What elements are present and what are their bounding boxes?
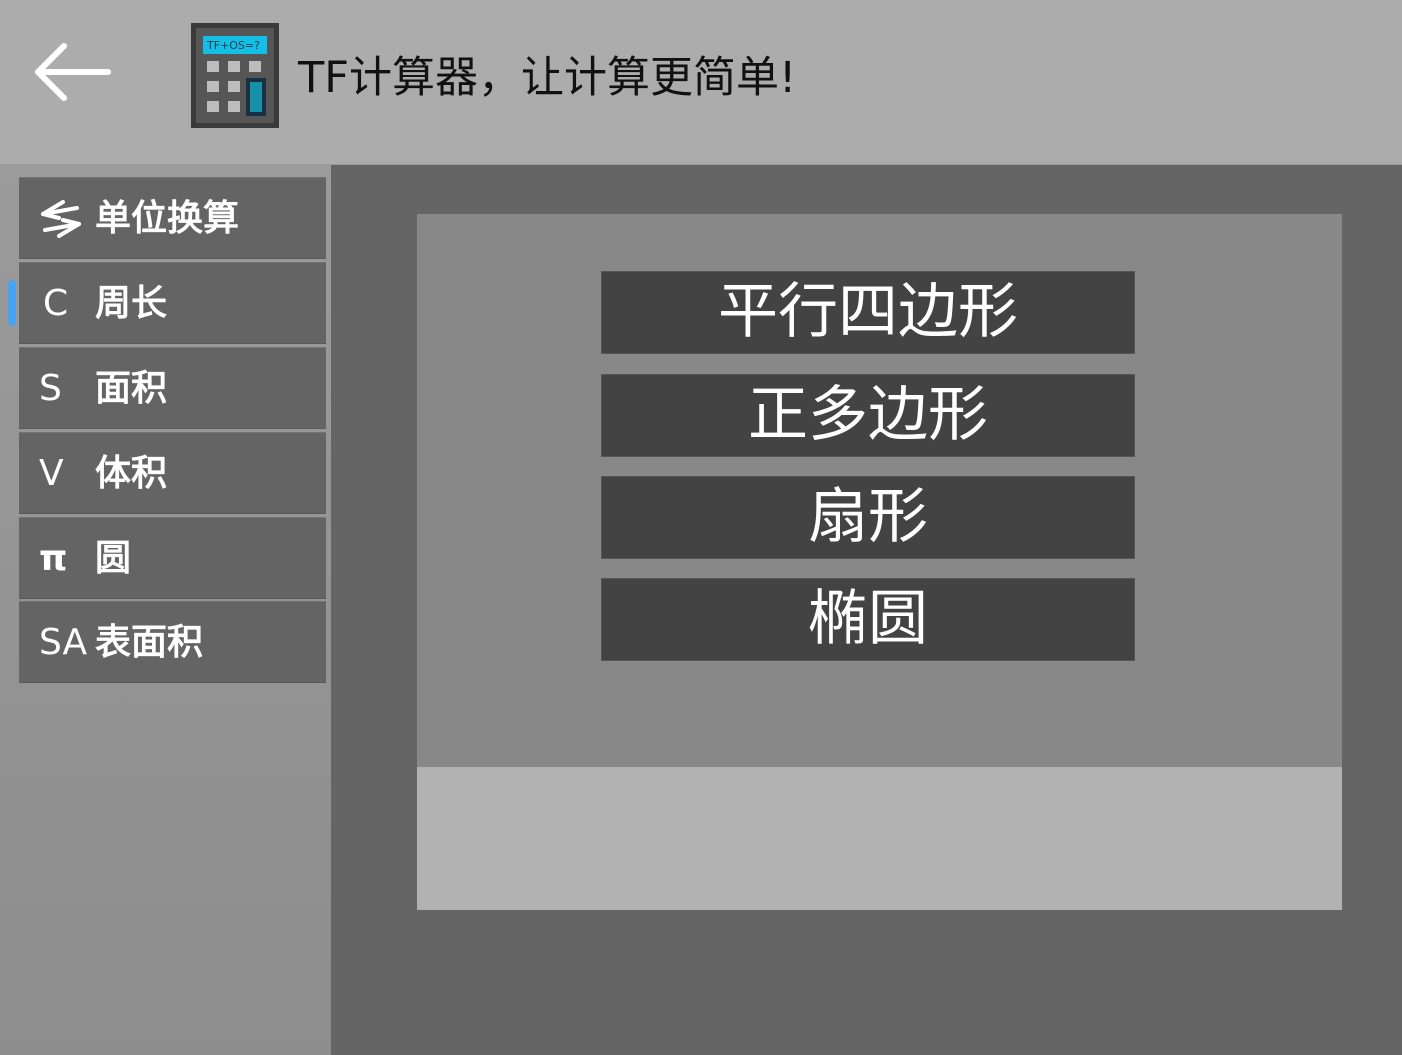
regular-polygon-button[interactable]: 正多边形 xyxy=(601,374,1135,457)
arrow-left-icon xyxy=(35,43,111,101)
nav-unit-conversion[interactable]: 单位换算 xyxy=(19,177,326,259)
nav-label-perimeter: 周长 xyxy=(95,283,168,324)
calculator-screen-text: TF+OS=? xyxy=(206,39,260,52)
nav-label-surface-area: 表面积 xyxy=(95,622,204,663)
active-indicator xyxy=(8,280,16,326)
nav-symbol-surface-area: SA xyxy=(39,622,88,663)
nav-label-circle: 圆 xyxy=(95,538,132,579)
parallelogram-button[interactable]: 平行四边形 xyxy=(601,271,1135,354)
nav-symbol-perimeter: C xyxy=(43,283,69,324)
nav-surface-area[interactable]: SA 表面积 xyxy=(19,601,326,683)
app-title: TF计算器，让计算更简单! xyxy=(298,53,797,103)
nav-volume[interactable]: V 体积 xyxy=(19,432,326,514)
calculator-icon: TF+OS=? xyxy=(191,23,279,128)
nav-label-area: 面积 xyxy=(95,368,168,409)
nav-symbol-area: S xyxy=(39,368,62,409)
app-header: TF+OS=? TF计算器，让计算更简单! xyxy=(0,0,1402,165)
nav-symbol-volume: V xyxy=(39,453,64,494)
result-area xyxy=(417,767,1342,910)
sector-button[interactable]: 扇形 xyxy=(601,476,1135,559)
ellipse-button[interactable]: 椭圆 xyxy=(601,578,1135,661)
back-button[interactable] xyxy=(24,30,120,114)
nav-label-volume: 体积 xyxy=(95,453,168,494)
nav-area[interactable]: S 面积 xyxy=(19,347,326,429)
nav-label-unit-conversion: 单位换算 xyxy=(95,198,240,239)
nav-symbol-circle: π xyxy=(39,538,68,579)
nav-perimeter[interactable]: C 周长 xyxy=(19,262,326,344)
nav-circle[interactable]: π 圆 xyxy=(19,517,326,599)
